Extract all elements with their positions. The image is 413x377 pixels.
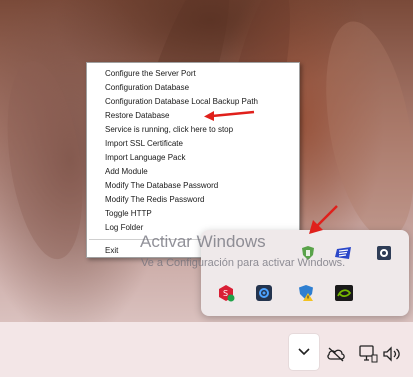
network-button[interactable] xyxy=(357,344,379,364)
annotation-arrow-restore xyxy=(204,110,255,121)
chevron-up-icon xyxy=(298,348,310,356)
annotation-arrow-tray xyxy=(309,205,338,234)
menu-item-import-language-pack[interactable]: Import Language Pack xyxy=(87,151,299,165)
menu-item-modify-redis-password[interactable]: Modify The Redis Password xyxy=(87,193,299,207)
gear-app-icon[interactable] xyxy=(255,284,273,302)
menu-item-add-module[interactable]: Add Module xyxy=(87,165,299,179)
menu-item-stop-service[interactable]: Service is running, click here to stop xyxy=(87,123,299,137)
cloud-off-icon xyxy=(327,347,345,362)
menu-item-restore-database[interactable]: Restore Database xyxy=(87,109,299,123)
menu-item-modify-db-password[interactable]: Modify The Database Password xyxy=(87,179,299,193)
activation-watermark-subtitle: Ve a Configuración para activar Windows. xyxy=(141,257,346,269)
red-hex-app-icon[interactable]: S xyxy=(217,284,235,302)
speaker-app-icon[interactable] xyxy=(375,244,393,262)
activation-watermark-title: Activar Windows xyxy=(140,232,266,251)
menu-item-toggle-http[interactable]: Toggle HTTP xyxy=(87,207,299,221)
wallpaper-streak xyxy=(0,56,94,264)
volume-button[interactable] xyxy=(381,344,403,364)
menu-item-import-ssl[interactable]: Import SSL Certificate xyxy=(87,137,299,151)
tray-context-menu: Configure the Server Port Configuration … xyxy=(86,62,300,258)
show-hidden-icons-button[interactable] xyxy=(289,334,319,370)
windows-security-icon[interactable] xyxy=(297,284,315,302)
menu-item-database-backup-path[interactable]: Configuration Database Local Backup Path xyxy=(87,95,299,109)
monitor-network-icon xyxy=(359,345,378,363)
menu-item-configuration-database[interactable]: Configuration Database xyxy=(87,81,299,95)
taskbar xyxy=(0,322,413,377)
menu-item-configure-server-port[interactable]: Configure the Server Port xyxy=(87,67,299,81)
onedrive-button[interactable] xyxy=(324,344,348,364)
svg-text:S: S xyxy=(223,289,228,298)
volume-icon xyxy=(383,346,400,362)
nvidia-icon[interactable] xyxy=(335,284,353,302)
